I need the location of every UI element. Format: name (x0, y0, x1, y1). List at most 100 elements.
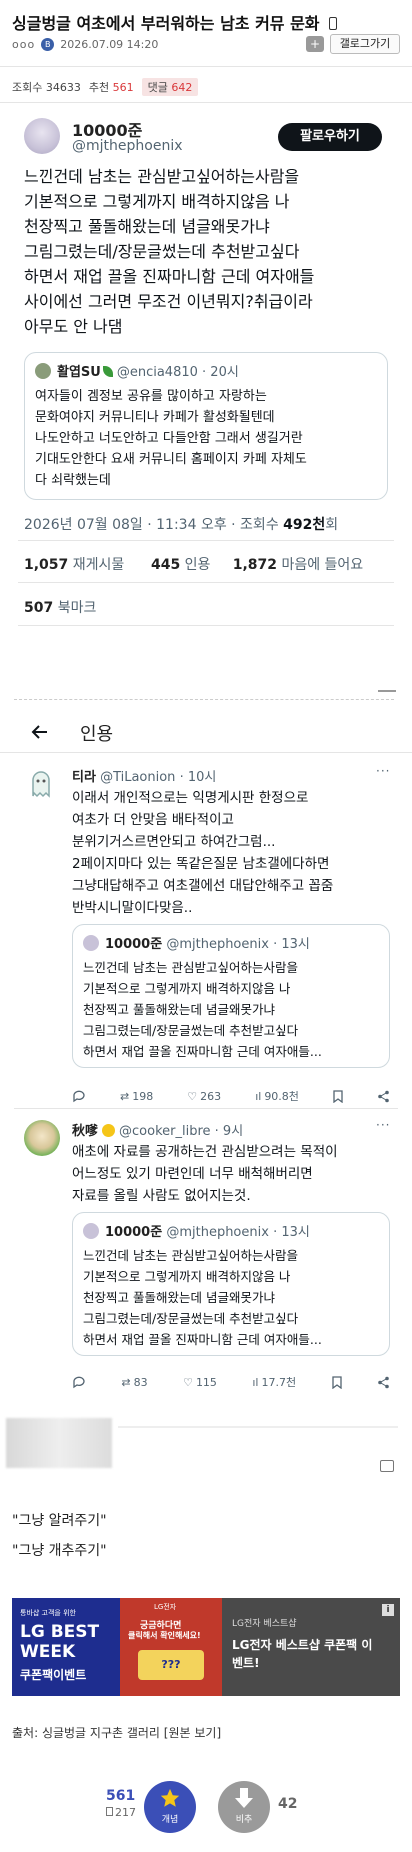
avatar[interactable] (24, 1120, 60, 1156)
add-button[interactable]: + (306, 36, 324, 52)
ad-left-panel: 통바샵 고객을 위한 LG BEST WEEK 쿠폰팩이벤트 (12, 1598, 120, 1696)
bookmark-icon[interactable] (333, 1089, 343, 1103)
downvote-button[interactable]: 비추 (218, 1781, 270, 1833)
tweet-text: 느낀건데 남초는 관심받고싶어하는사람을 기본적으로 그렇게까지 배격하지않음 … (24, 167, 315, 336)
share-icon[interactable] (377, 1090, 390, 1103)
gallog-button[interactable]: 갤로그가기 (330, 34, 400, 54)
blurred-region (118, 1426, 398, 1428)
reply2-actions: ⇄ 83 ♡ 115 ıl 17.7천 (72, 1374, 390, 1390)
comment-icon[interactable] (380, 1460, 394, 1472)
likes-stat[interactable]: 1,872 마음에 들어요 (233, 557, 363, 573)
ad-week-text: WEEK (20, 1642, 76, 1662)
bookmark-icon[interactable] (331, 1375, 342, 1389)
quote-text: 여자들이 겜정보 공유를 많이하고 자랑하는 문화여야지 커뮤니티나 카페가 활… (35, 389, 307, 488)
divider (18, 540, 394, 541)
star-icon (160, 1788, 180, 1807)
emoji-icon (102, 1124, 116, 1137)
more-options-icon[interactable]: ··· (376, 764, 390, 778)
post-line-1: "그냥 알려주기" (12, 1513, 107, 1529)
avatar[interactable] (24, 118, 60, 154)
quote-header: 10000준 @mjthephoenix · 13시 (105, 1225, 310, 1240)
source-link[interactable]: 출처: 싱글벙글 지구촌 갤러리 [원본 보기] (12, 1724, 221, 1741)
bookmarks-stat[interactable]: 507 북마크 (24, 597, 96, 617)
share-icon[interactable] (377, 1376, 390, 1389)
quote-header: 활엽SU @encia4810 · 20시 (57, 365, 239, 380)
comments-stat[interactable]: 댓글 642 (141, 78, 199, 96)
views-button[interactable]: ıl 90.8천 (255, 1088, 299, 1104)
quotes-title: 인용 (80, 724, 114, 745)
reply-icon[interactable] (72, 1375, 86, 1389)
retweets-stat[interactable]: 1,057 재게시물 (24, 557, 124, 573)
ad-brand-text: LG BEST (20, 1622, 100, 1642)
heart-icon: ♡ (183, 1375, 193, 1389)
cropped-area (0, 628, 412, 718)
quote-avatar (35, 363, 51, 379)
post-datetime: 2026.07.09 14:20 (60, 38, 159, 51)
retweet-icon: ⇄ (121, 1375, 131, 1389)
upvote-label: 개념 (161, 1815, 179, 1825)
ad-right-small: LG전자 베스트샵 (232, 1619, 297, 1629)
leaf-icon (102, 366, 113, 377)
quote-header: 10000준 @mjthephoenix · 13시 (105, 937, 310, 952)
ad-mid-panel: LG전자 궁금하다면 클릭해서 확인해세요! ??? (120, 1598, 222, 1696)
divider (18, 625, 394, 626)
arrow-down-icon (235, 1788, 253, 1808)
blurred-region (6, 1418, 112, 1468)
engagement-stats: 1,057 재게시물 445 인용 1,872 마음에 들어요 (24, 554, 363, 574)
ad-right-title: LG전자 베스트샵 쿠폰팩 이 (232, 1638, 373, 1652)
mobile-icon (106, 1807, 113, 1816)
reply1-text: 이래서 개인적으로는 익명게시판 한정으로 여초가 더 안맞음 배타적이고 분위… (72, 790, 334, 916)
gallery-badge-icon: B (41, 38, 55, 51)
divider (0, 66, 412, 67)
arrow-left-icon[interactable] (30, 722, 50, 742)
page-title: 싱글벙글 여초에서 부러워하는 남초 커뮤 문화 (12, 10, 338, 34)
recommend-stat: 추천 561 (88, 81, 134, 94)
upvote-button[interactable]: 개념 (144, 1781, 196, 1833)
quote-avatar (83, 935, 99, 951)
quotes-stat[interactable]: 445 인용 (151, 557, 210, 573)
ad-coupon-text: 쿠폰팩이벤트 (20, 1668, 87, 1682)
retweet-button[interactable]: ⇄ 83 (121, 1376, 147, 1389)
quoted-tweet[interactable]: 10000준 @mjthephoenix · 13시 느낀건데 남초는 관심받고… (72, 924, 390, 1068)
phone-icon (329, 17, 338, 30)
views-button[interactable]: ıl 17.7천 (252, 1374, 296, 1390)
views-stat: 조회수 34633 (12, 81, 81, 94)
quoted-tweet[interactable]: 활엽SU @encia4810 · 20시 여자들이 겜정보 공유를 많이하고 자… (24, 352, 388, 500)
like-button[interactable]: ♡ 115 (183, 1376, 217, 1389)
heart-icon: ♡ (187, 1089, 198, 1103)
title-text: 싱글벙글 여초에서 부러워하는 남초 커뮤 문화 (12, 14, 320, 33)
ad-right-title: 벤트! (232, 1656, 260, 1670)
reply1-header: 티라 @TiLaonion · 10시 (72, 770, 217, 785)
chart-icon: ıl (252, 1375, 259, 1389)
author-handle[interactable]: @mjthephoenix (72, 138, 183, 154)
reply-icon[interactable] (72, 1089, 86, 1103)
ad-small-text: 통바샵 고객을 위한 (20, 1609, 76, 1617)
ghost-avatar[interactable] (24, 766, 58, 800)
like-button[interactable]: ♡ 263 (187, 1090, 221, 1103)
ad-ticket-graphic: ??? (138, 1650, 204, 1680)
divider (0, 102, 412, 103)
post-meta: ooo B 2026.07.09 14:20 (12, 38, 158, 51)
ad-right-panel: LG전자 베스트샵 LG전자 베스트샵 쿠폰팩 이 벤트! i (222, 1598, 400, 1696)
quote-avatar (83, 1223, 99, 1239)
quote-text: 느낀건데 남초는 관심받고싶어하는사람을 기본적으로 그렇게까지 배격하지않음 … (83, 960, 322, 1059)
more-options-icon[interactable]: ··· (376, 1118, 390, 1132)
ad-banner[interactable]: 통바샵 고객을 위한 LG BEST WEEK 쿠폰팩이벤트 LG전자 궁금하다… (12, 1598, 400, 1696)
meta-dots: ooo (12, 38, 36, 51)
quoted-tweet[interactable]: 10000준 @mjthephoenix · 13시 느낀건데 남초는 관심받고… (72, 1212, 390, 1356)
reply2-header: 秋嗲 @cooker_libre · 9시 (72, 1124, 244, 1139)
divider (14, 1108, 398, 1109)
tweet-timestamp: 2026년 07월 08일 · 11:34 오후 · 조회수 492천회 (24, 517, 339, 533)
retweet-button[interactable]: ⇄ 198 (120, 1090, 153, 1103)
info-icon[interactable]: i (382, 1604, 394, 1616)
ellipsis-icon (378, 686, 396, 692)
chart-icon: ıl (255, 1089, 262, 1103)
downvote-count: 42 (278, 1796, 298, 1812)
ad-logo-text: LG전자 (154, 1603, 177, 1611)
reply2-text: 애초에 자료를 공개하는건 관심받으려는 목적이 어느정도 있기 마련인데 너무… (72, 1144, 338, 1204)
reply1-actions: ⇄ 198 ♡ 263 ıl 90.8천 (72, 1088, 390, 1104)
ad-mid-text: 클릭해서 확인해세요! (128, 1631, 201, 1640)
blurred-strip (14, 690, 394, 700)
follow-button[interactable]: 팔로우하기 (278, 123, 382, 151)
downvote-label: 비추 (235, 1815, 253, 1825)
